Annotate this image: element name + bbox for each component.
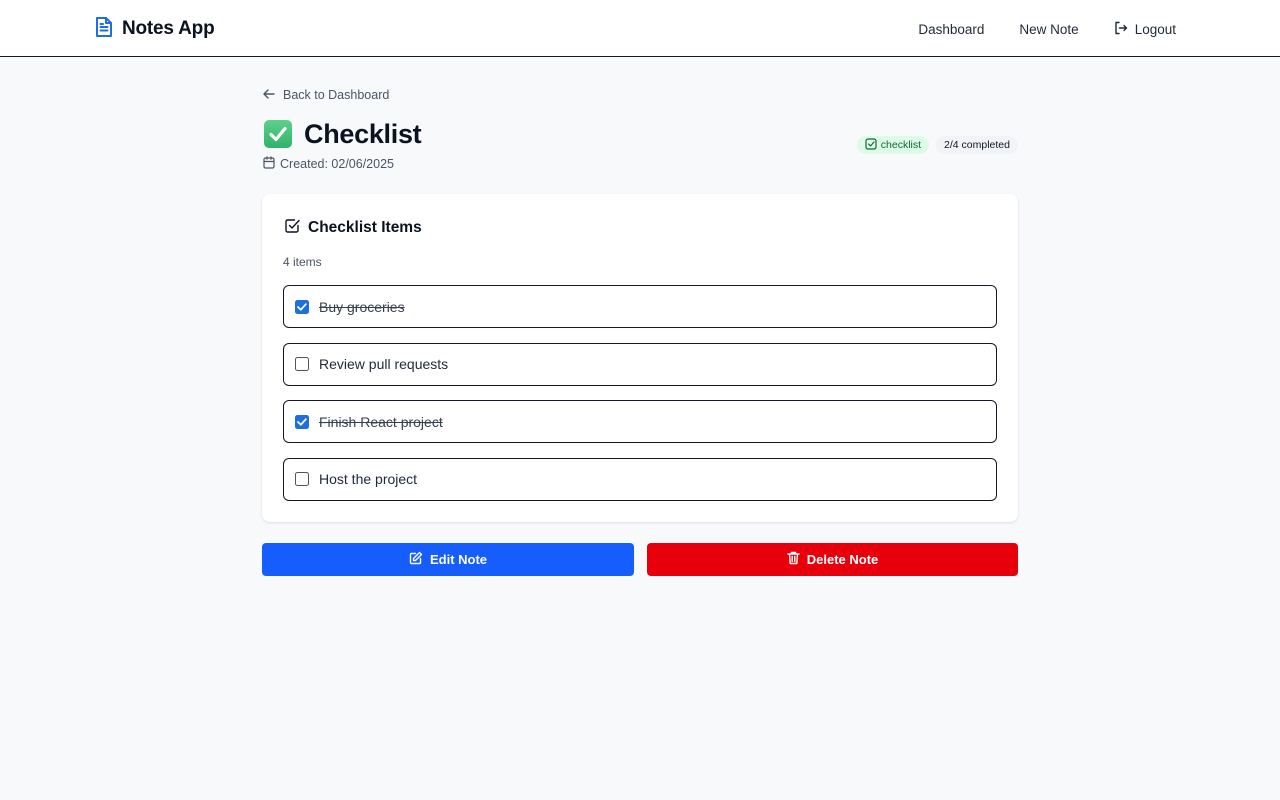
logout-icon xyxy=(1114,21,1128,38)
delete-note-button[interactable]: Delete Note xyxy=(647,543,1018,576)
item-label: Buy groceries xyxy=(319,298,405,315)
type-badge: checklist xyxy=(856,136,930,154)
brand[interactable]: Notes App xyxy=(94,16,215,42)
item-label: Finish React project xyxy=(319,413,443,430)
created-label: Created: 02/06/2025 xyxy=(280,157,394,171)
nav-links: Dashboard New Note Logout xyxy=(918,18,1176,40)
note-badges: checklist 2/4 completed xyxy=(856,136,1018,154)
check-mark-emoji-icon xyxy=(264,120,292,148)
card-header: Checklist Items xyxy=(284,218,422,238)
nav-link-new-note[interactable]: New Note xyxy=(1019,22,1078,37)
item-count: 4 items xyxy=(283,255,322,269)
top-navbar: Notes App Dashboard New Note Logout xyxy=(0,0,1280,57)
item-checkbox[interactable] xyxy=(295,357,309,371)
file-text-icon xyxy=(94,16,114,43)
arrow-left-icon xyxy=(262,88,276,103)
checklist-items: Buy groceries Review pull requests Finish … xyxy=(283,285,997,515)
checklist-card: Checklist Items 4 items Buy groceries Rev… xyxy=(262,194,1018,522)
square-check-icon xyxy=(865,137,877,153)
item-label: Host the project xyxy=(319,471,418,487)
square-check-icon xyxy=(284,218,300,239)
nav-link-dashboard[interactable]: Dashboard xyxy=(918,22,984,37)
checklist-item[interactable]: Finish React project xyxy=(283,400,997,443)
calendar-icon xyxy=(263,156,275,172)
type-badge-label: checklist xyxy=(880,139,922,151)
logout-label: Logout xyxy=(1134,21,1176,37)
edit-note-label: Edit Note xyxy=(429,552,488,567)
created-date: Created: 02/06/2025 xyxy=(263,156,394,172)
progress-badge: 2/4 completed xyxy=(936,136,1018,154)
checkmark-icon xyxy=(297,302,307,311)
back-label: Back to Dashboard xyxy=(283,88,390,102)
item-checkbox[interactable] xyxy=(295,414,309,429)
trash-icon xyxy=(787,551,800,568)
back-to-dashboard-link[interactable]: Back to Dashboard xyxy=(262,86,389,104)
checkmark-icon xyxy=(297,417,307,426)
page-title: Checklist xyxy=(304,118,422,149)
item-label: Review pull requests xyxy=(319,356,449,372)
delete-note-label: Delete Note xyxy=(806,552,879,567)
edit-note-button[interactable]: Edit Note xyxy=(262,543,634,576)
card-title: Checklist Items xyxy=(308,219,422,236)
note-title-row: Checklist xyxy=(264,116,422,152)
item-checkbox[interactable] xyxy=(295,299,309,314)
checklist-item[interactable]: Review pull requests xyxy=(283,342,997,386)
checklist-item[interactable]: Buy groceries xyxy=(283,285,997,328)
checklist-item[interactable]: Host the project xyxy=(283,457,997,501)
logout-link[interactable]: Logout xyxy=(1114,21,1176,38)
brand-title: Notes App xyxy=(122,18,215,39)
item-checkbox[interactable] xyxy=(295,472,309,486)
edit-icon xyxy=(409,551,423,568)
